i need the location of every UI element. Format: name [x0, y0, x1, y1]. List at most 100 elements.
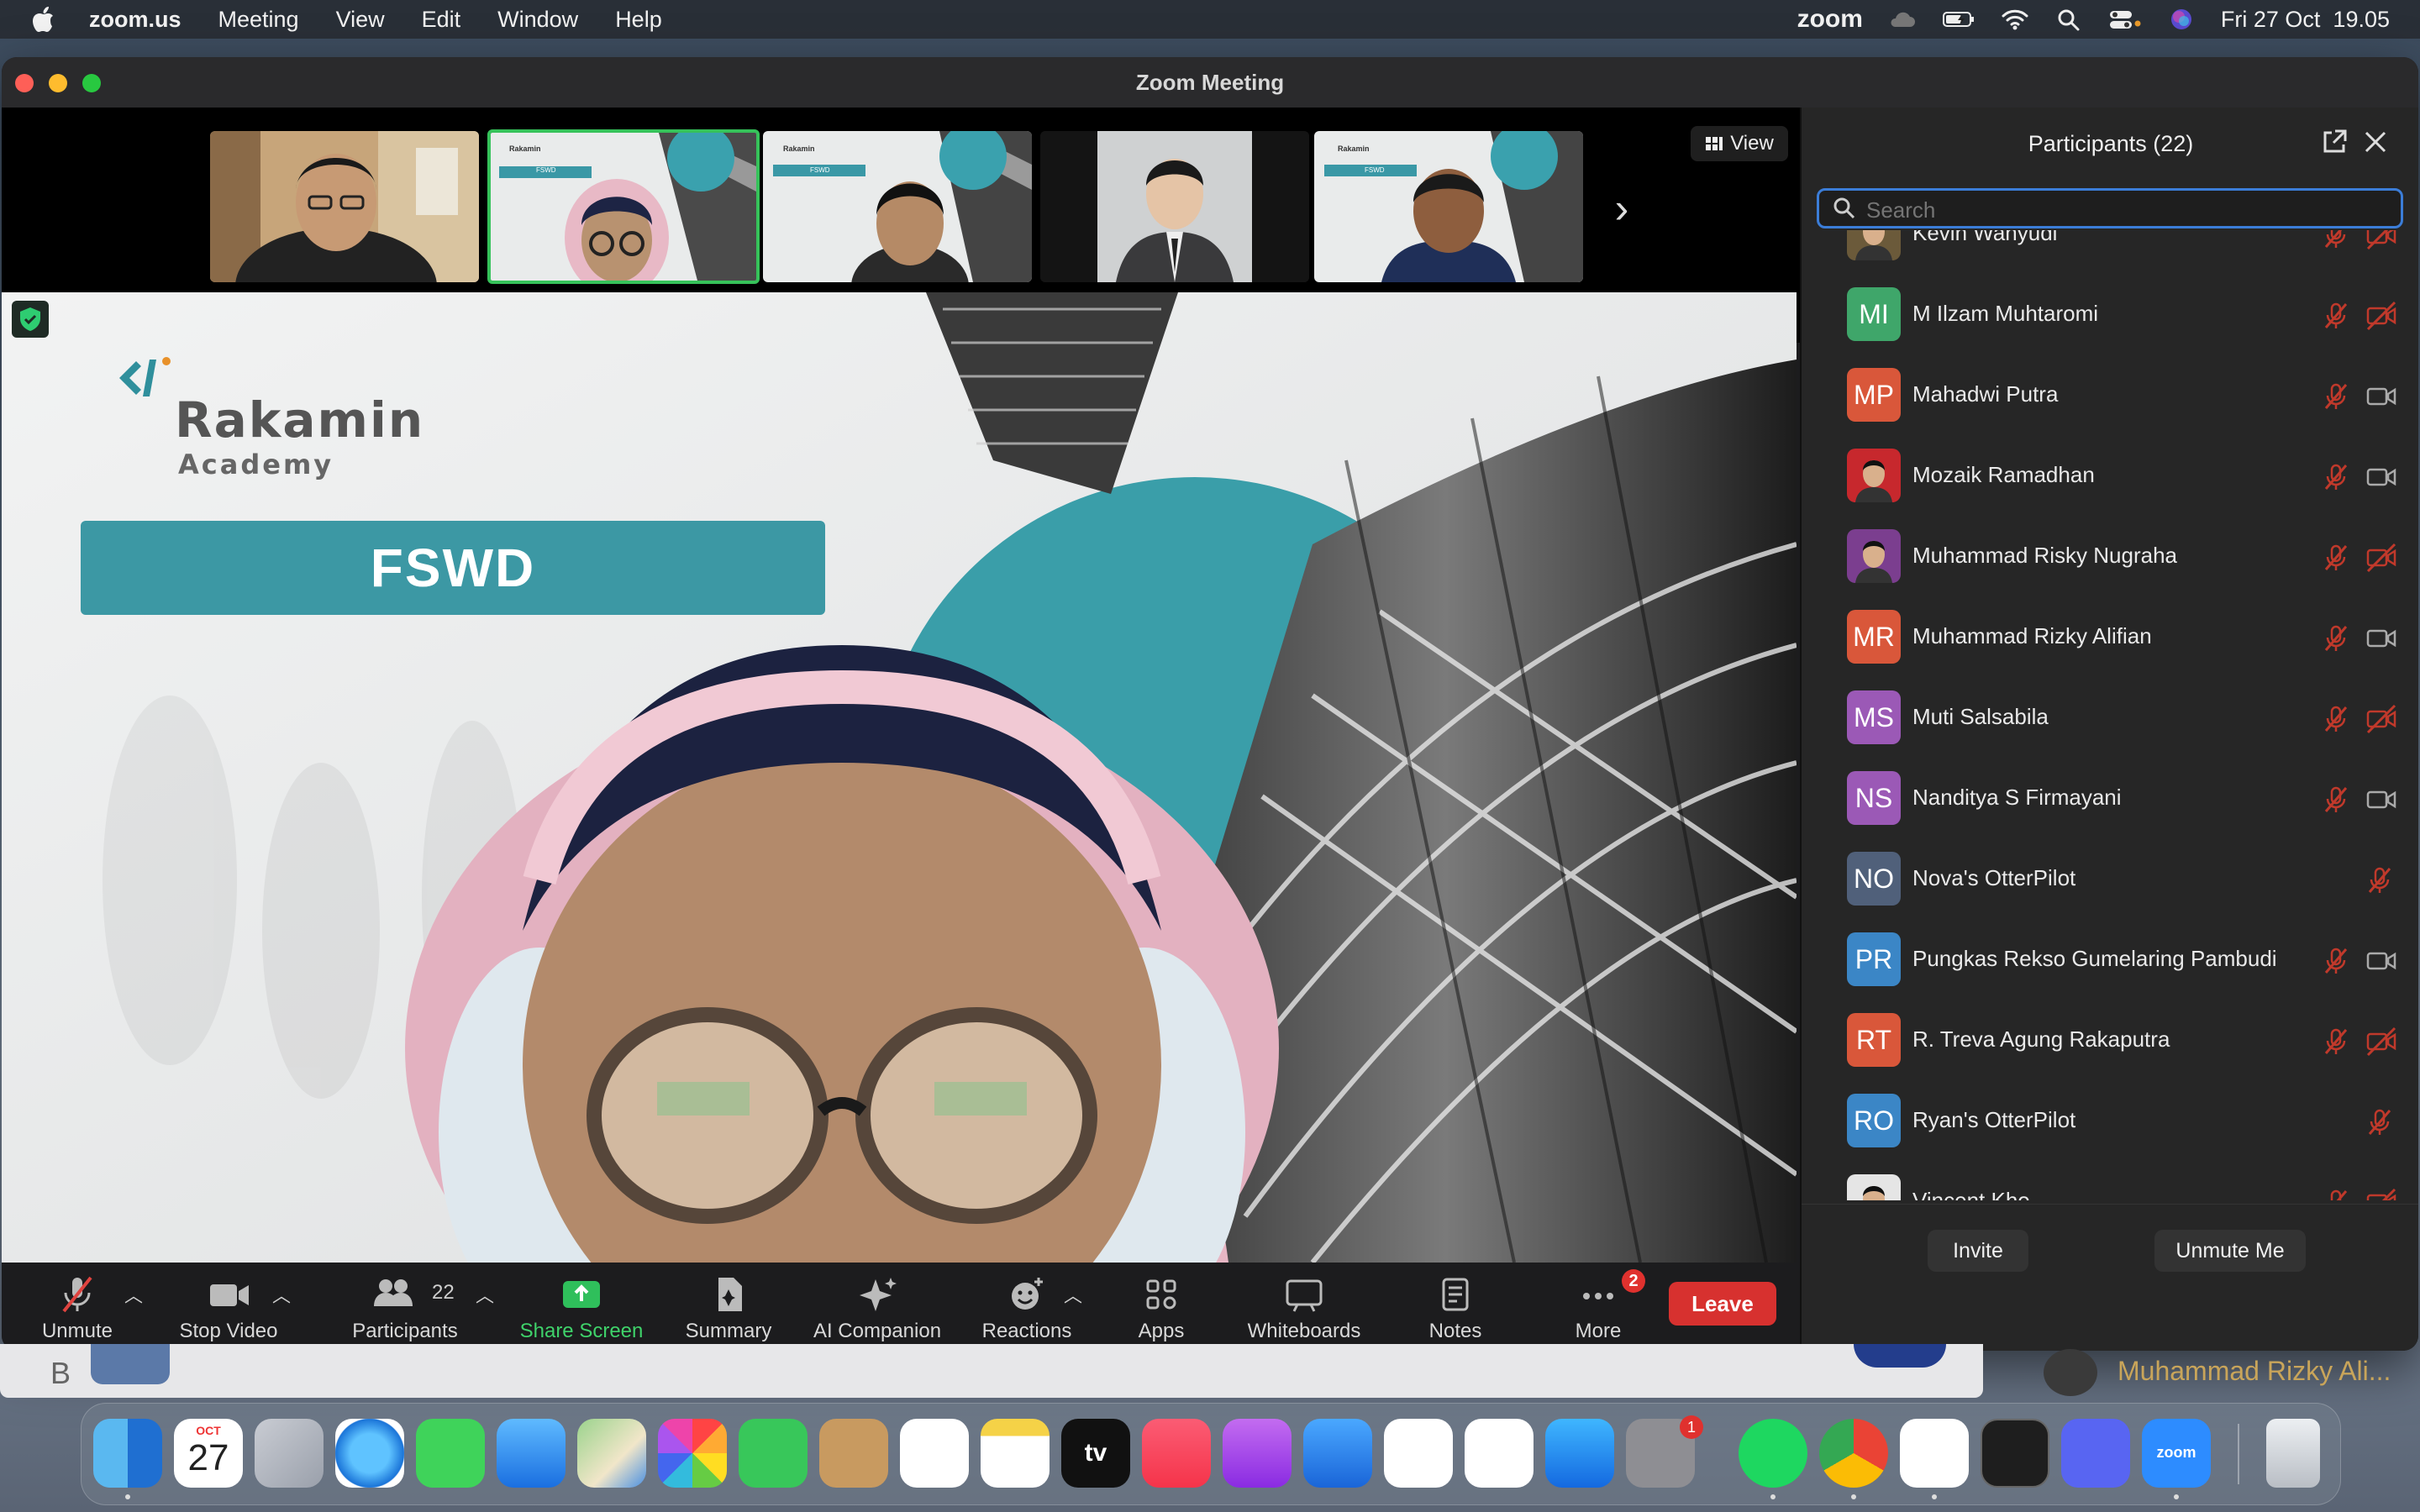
muted-microphone-icon[interactable] [2319, 460, 2353, 494]
video-off-icon[interactable] [2363, 299, 2400, 333]
active-speaker-thumbnail[interactable]: Rakamin FSWD [487, 129, 760, 284]
reminders-icon[interactable] [900, 1419, 969, 1488]
participant-row[interactable]: MP Mahadwi Putra [1802, 356, 2418, 437]
stop-video-button[interactable]: Stop Video [170, 1263, 287, 1351]
muted-microphone-icon[interactable] [2319, 299, 2353, 333]
participant-row[interactable]: NO Nova's OtterPilot [1802, 840, 2418, 921]
video-camera-icon[interactable] [2363, 944, 2400, 978]
podcasts-icon[interactable] [1223, 1419, 1292, 1488]
spotlight-search-icon[interactable] [2054, 7, 2083, 32]
pop-out-icon[interactable] [2320, 128, 2349, 156]
unmute-button[interactable]: Unmute [35, 1263, 119, 1351]
participant-row[interactable]: MR Muhammad Rizky Alifian [1802, 598, 2418, 679]
keynote-icon[interactable] [1303, 1419, 1372, 1488]
whiteboards-button[interactable]: Whiteboards [1237, 1263, 1371, 1351]
video-off-icon[interactable] [2363, 1025, 2400, 1058]
muted-microphone-icon[interactable] [2319, 622, 2353, 655]
participant-row[interactable]: Muhammad Risky Nugraha [1802, 517, 2418, 598]
spotify-icon[interactable] [1739, 1419, 1807, 1488]
encryption-shield-icon[interactable] [12, 301, 49, 338]
video-camera-icon[interactable] [2363, 380, 2400, 413]
next-page-chevron-icon[interactable]: › [1605, 183, 1639, 234]
participant-row[interactable]: MI M Ilzam Muhtaromi [1802, 276, 2418, 356]
muted-microphone-icon[interactable] [2319, 541, 2353, 575]
reactions-options-chevron-icon[interactable]: ︿ [1064, 1281, 1082, 1308]
search-input[interactable] [1865, 196, 2372, 224]
terminal-icon[interactable] [1981, 1419, 2049, 1488]
participant-row[interactable]: RT R. Treva Agung Rakaputra [1802, 1001, 2418, 1082]
video-off-icon[interactable] [2363, 702, 2400, 736]
contacts-icon[interactable] [819, 1419, 888, 1488]
leave-meeting-button[interactable]: Leave [1669, 1282, 1776, 1326]
participant-search-box[interactable] [1817, 188, 2403, 228]
app-store-icon[interactable] [1545, 1419, 1614, 1488]
participants-button[interactable]: Participants [346, 1263, 464, 1351]
music-icon[interactable] [1142, 1419, 1211, 1488]
notes-button[interactable]: Notes [1413, 1263, 1497, 1351]
notes-app-icon[interactable] [981, 1419, 1050, 1488]
calendar-icon[interactable]: OCT 27 [174, 1419, 243, 1488]
participant-row[interactable]: PR Pungkas Rekso Gumelaring Pambudi [1802, 921, 2418, 1001]
muted-microphone-icon[interactable] [2319, 1186, 2353, 1200]
video-options-chevron-icon[interactable]: ︿ [272, 1281, 291, 1308]
participant-row[interactable]: NS Nanditya S Firmayani [1802, 759, 2418, 840]
zoom-window-button[interactable] [82, 74, 101, 92]
safari-icon[interactable] [335, 1419, 404, 1488]
zoom-status-item[interactable]: zoom [1797, 5, 1863, 34]
trash-icon[interactable] [2266, 1419, 2320, 1488]
video-camera-icon[interactable] [2363, 783, 2400, 816]
control-center-icon[interactable] [2108, 7, 2142, 32]
participant-row[interactable]: Mozaik Ramadhan [1802, 437, 2418, 517]
unmute-me-button[interactable]: Unmute Me [2154, 1230, 2306, 1272]
photos-icon[interactable] [658, 1419, 727, 1488]
menu-edit[interactable]: Edit [422, 7, 461, 33]
participant-row[interactable]: RO Ryan's OtterPilot [1802, 1082, 2418, 1163]
menu-view[interactable]: View [336, 7, 385, 33]
menu-meeting[interactable]: Meeting [218, 7, 299, 33]
finder-icon[interactable] [93, 1419, 162, 1488]
muted-microphone-icon[interactable] [2319, 230, 2353, 252]
maps-icon[interactable] [577, 1419, 646, 1488]
chrome-icon[interactable] [1819, 1419, 1888, 1488]
invite-button[interactable]: Invite [1928, 1230, 2028, 1272]
share-screen-button[interactable]: Share Screen [514, 1263, 649, 1351]
summary-button[interactable]: Summary [674, 1263, 783, 1351]
menu-help[interactable]: Help [615, 7, 662, 33]
cloud-icon[interactable] [1888, 7, 1917, 32]
participants-options-chevron-icon[interactable]: ︿ [476, 1281, 494, 1308]
vscode-icon[interactable] [1900, 1419, 1969, 1488]
participant-video-thumbnail[interactable] [210, 131, 479, 282]
mail-icon[interactable] [497, 1419, 566, 1488]
close-window-button[interactable] [15, 74, 34, 92]
numbers-icon[interactable] [1384, 1419, 1453, 1488]
ai-companion-button[interactable]: AI Companion [800, 1263, 955, 1351]
participant-row[interactable]: MS Muti Salsabila [1802, 679, 2418, 759]
messages-icon[interactable] [416, 1419, 485, 1488]
video-camera-icon[interactable] [2363, 460, 2400, 494]
video-camera-icon[interactable] [2363, 622, 2400, 655]
minimize-window-button[interactable] [49, 74, 67, 92]
apps-button[interactable]: Apps [1119, 1263, 1203, 1351]
participant-row[interactable]: Kevin Wahyudi [1802, 230, 2418, 276]
pages-icon[interactable] [1465, 1419, 1534, 1488]
video-off-icon[interactable] [2363, 230, 2400, 252]
discord-icon[interactable] [2061, 1419, 2130, 1488]
apple-tv-icon[interactable]: tv [1061, 1419, 1130, 1488]
siri-icon[interactable] [2167, 7, 2196, 32]
menu-app-name[interactable]: zoom.us [89, 7, 182, 33]
facetime-icon[interactable] [739, 1419, 808, 1488]
participant-video-thumbnail[interactable]: Rakamin FSWD [1314, 131, 1583, 282]
close-panel-icon[interactable] [2361, 128, 2390, 156]
wifi-icon[interactable] [2001, 7, 2029, 32]
muted-microphone-icon[interactable] [2319, 783, 2353, 816]
menu-window[interactable]: Window [497, 7, 578, 33]
participant-video-thumbnail[interactable]: Rakamin FSWD [763, 131, 1032, 282]
muted-microphone-icon[interactable] [2363, 1105, 2396, 1139]
muted-microphone-icon[interactable] [2363, 864, 2396, 897]
video-off-icon[interactable] [2363, 1186, 2400, 1200]
participant-video-thumbnail[interactable] [1040, 131, 1309, 282]
muted-microphone-icon[interactable] [2319, 1025, 2353, 1058]
muted-microphone-icon[interactable] [2319, 380, 2353, 413]
zoom-app-icon[interactable]: zoom [2142, 1419, 2211, 1488]
participant-row[interactable]: Vincent Kho [1802, 1163, 2418, 1200]
